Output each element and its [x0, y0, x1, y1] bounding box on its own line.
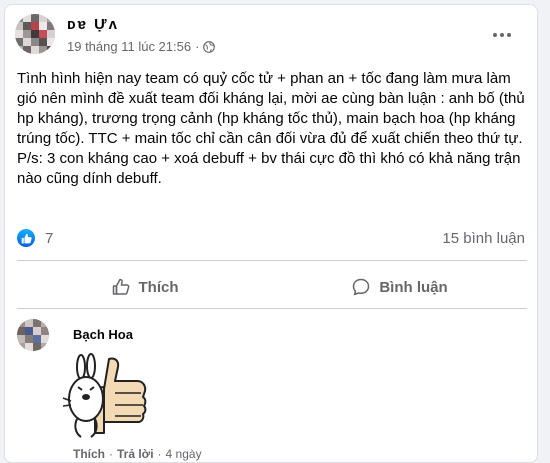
- like-button-label: Thích: [138, 278, 179, 296]
- comment-item: Bạch Hoa Thích · Trả lời · 4 ngày: [17, 319, 527, 461]
- sticker-image: [59, 349, 155, 445]
- post-actions: Thích Bình luận: [17, 267, 527, 307]
- comment-count[interactable]: 15 bình luận: [442, 230, 525, 247]
- thumbs-up-icon: [112, 278, 129, 295]
- post-meta: 19 tháng 11 lúc 21:56 ·: [67, 39, 216, 54]
- post-timestamp[interactable]: 19 tháng 11 lúc 21:56: [67, 39, 191, 54]
- post-header: ᴅɐ Ựʌ 19 tháng 11 lúc 21:56 ·: [15, 14, 529, 58]
- reaction-bar: 7 15 bình luận: [17, 227, 529, 251]
- reaction-count[interactable]: 7: [45, 230, 53, 247]
- comment-button-label: Bình luận: [379, 278, 448, 296]
- more-options-icon[interactable]: [489, 22, 515, 48]
- comment-button[interactable]: Bình luận: [272, 267, 527, 307]
- commenter-name[interactable]: Bạch Hoa: [73, 327, 133, 342]
- like-button[interactable]: Thích: [17, 267, 272, 307]
- commenter-avatar[interactable]: [17, 319, 49, 351]
- globe-icon[interactable]: [203, 40, 216, 53]
- comment-reply-link[interactable]: Trả lời: [117, 447, 154, 461]
- author-avatar[interactable]: [15, 14, 55, 54]
- comment-actions: Thích · Trả lời · 4 ngày: [73, 447, 202, 461]
- like-badge-icon[interactable]: [17, 229, 35, 247]
- comment-action-separator: ·: [157, 447, 162, 461]
- author-name[interactable]: ᴅɐ Ựʌ: [67, 16, 119, 33]
- post-body: Tình hình hiện nay team có quỷ cốc tử + …: [17, 70, 525, 187]
- divider: [17, 260, 527, 261]
- comment-like-link[interactable]: Thích: [73, 447, 105, 461]
- comment-age[interactable]: 4 ngày: [166, 447, 202, 461]
- comment-action-separator: ·: [109, 447, 113, 461]
- speech-bubble-icon: [353, 278, 370, 296]
- divider: [17, 308, 527, 309]
- post-card: ᴅɐ Ựʌ 19 tháng 11 lúc 21:56 · Tình hình …: [4, 4, 538, 463]
- meta-separator: ·: [195, 39, 200, 54]
